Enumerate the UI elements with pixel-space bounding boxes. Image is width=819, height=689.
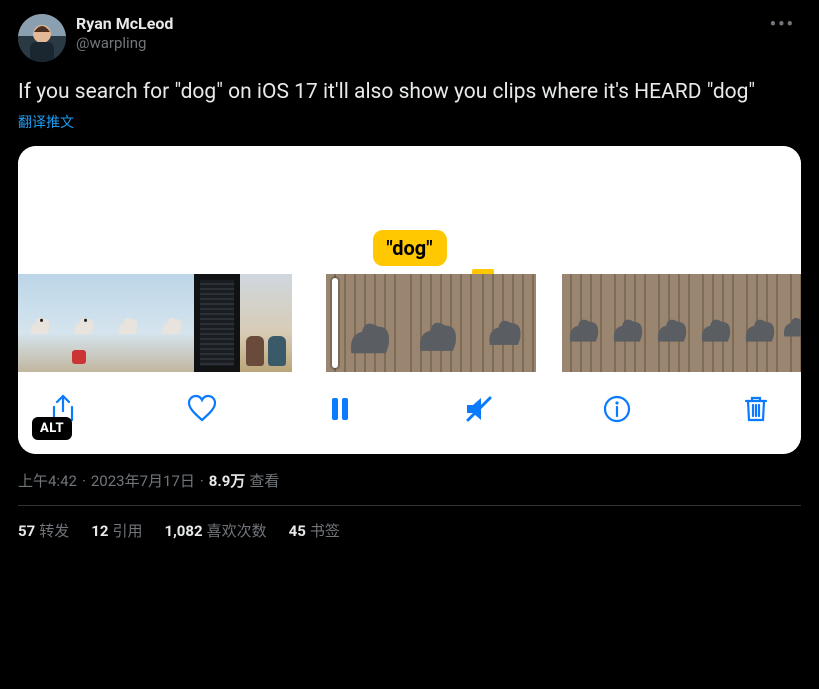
clip-thumbnail[interactable] bbox=[694, 274, 738, 372]
clip-thumbnail[interactable] bbox=[150, 274, 194, 372]
alt-badge[interactable]: ALT bbox=[32, 417, 72, 440]
trash-icon[interactable] bbox=[737, 390, 775, 428]
views-count: 8.9万 bbox=[209, 470, 246, 491]
handle: @warpling bbox=[76, 34, 764, 53]
media-attachment[interactable]: "dog" bbox=[18, 146, 801, 454]
tweet-text: If you search for "dog" on iOS 17 it'll … bbox=[18, 78, 801, 106]
quotes-stat[interactable]: 12引用 bbox=[91, 520, 142, 541]
clip-thumbnail[interactable] bbox=[402, 274, 474, 372]
clip-thumbnail[interactable] bbox=[782, 274, 801, 372]
clip-thumbnail[interactable] bbox=[106, 274, 150, 372]
tweet-meta: 上午4:42 · 2023年7月17日 · 8.9万 查看 bbox=[18, 470, 801, 491]
pause-icon[interactable] bbox=[321, 390, 359, 428]
video-timeline[interactable] bbox=[18, 274, 801, 372]
tweet-time[interactable]: 上午4:42 bbox=[18, 470, 77, 491]
clip-gap bbox=[292, 274, 326, 372]
media-toolbar bbox=[18, 372, 801, 454]
more-options-icon[interactable]: ••• bbox=[764, 14, 801, 36]
clip-thumbnail[interactable] bbox=[18, 274, 62, 372]
info-icon[interactable] bbox=[598, 390, 636, 428]
avatar[interactable] bbox=[18, 14, 66, 62]
clip-group bbox=[562, 274, 801, 372]
display-name: Ryan McLeod bbox=[76, 14, 764, 34]
clip-thumbnail[interactable] bbox=[240, 274, 292, 372]
clip-group bbox=[18, 274, 292, 372]
retweets-stat[interactable]: 57转发 bbox=[18, 520, 69, 541]
clip-thumbnail[interactable] bbox=[650, 274, 694, 372]
tweet-stats: 57转发 12引用 1,082喜欢次数 45书签 bbox=[18, 520, 801, 541]
clip-thumbnail[interactable] bbox=[562, 274, 606, 372]
media-header-area: "dog" bbox=[18, 146, 801, 274]
clip-thumbnail[interactable] bbox=[474, 274, 536, 372]
mute-icon[interactable] bbox=[460, 390, 498, 428]
tweet-container: Ryan McLeod @warpling ••• If you search … bbox=[0, 0, 819, 555]
clip-thumbnail[interactable] bbox=[606, 274, 650, 372]
clip-thumbnail[interactable] bbox=[738, 274, 782, 372]
likes-stat[interactable]: 1,082喜欢次数 bbox=[164, 520, 266, 541]
author-name-block[interactable]: Ryan McLeod @warpling bbox=[76, 14, 764, 53]
clip-thumbnail[interactable] bbox=[326, 274, 402, 372]
views-label: 查看 bbox=[249, 470, 279, 491]
avatar-image bbox=[18, 14, 66, 62]
translate-link[interactable]: 翻译推文 bbox=[18, 112, 74, 132]
divider bbox=[18, 505, 801, 506]
tweet-header: Ryan McLeod @warpling ••• bbox=[18, 14, 801, 62]
search-term-chip: "dog" bbox=[372, 230, 446, 266]
clip-group bbox=[326, 274, 536, 372]
tweet-date[interactable]: 2023年7月17日 bbox=[91, 470, 195, 491]
clip-gap bbox=[536, 274, 562, 372]
heart-icon[interactable] bbox=[183, 390, 221, 428]
timeline-scrubber[interactable] bbox=[332, 278, 338, 368]
clip-thumbnail[interactable] bbox=[62, 274, 106, 372]
clip-thumbnail[interactable] bbox=[194, 274, 240, 372]
bookmarks-stat[interactable]: 45书签 bbox=[289, 520, 340, 541]
